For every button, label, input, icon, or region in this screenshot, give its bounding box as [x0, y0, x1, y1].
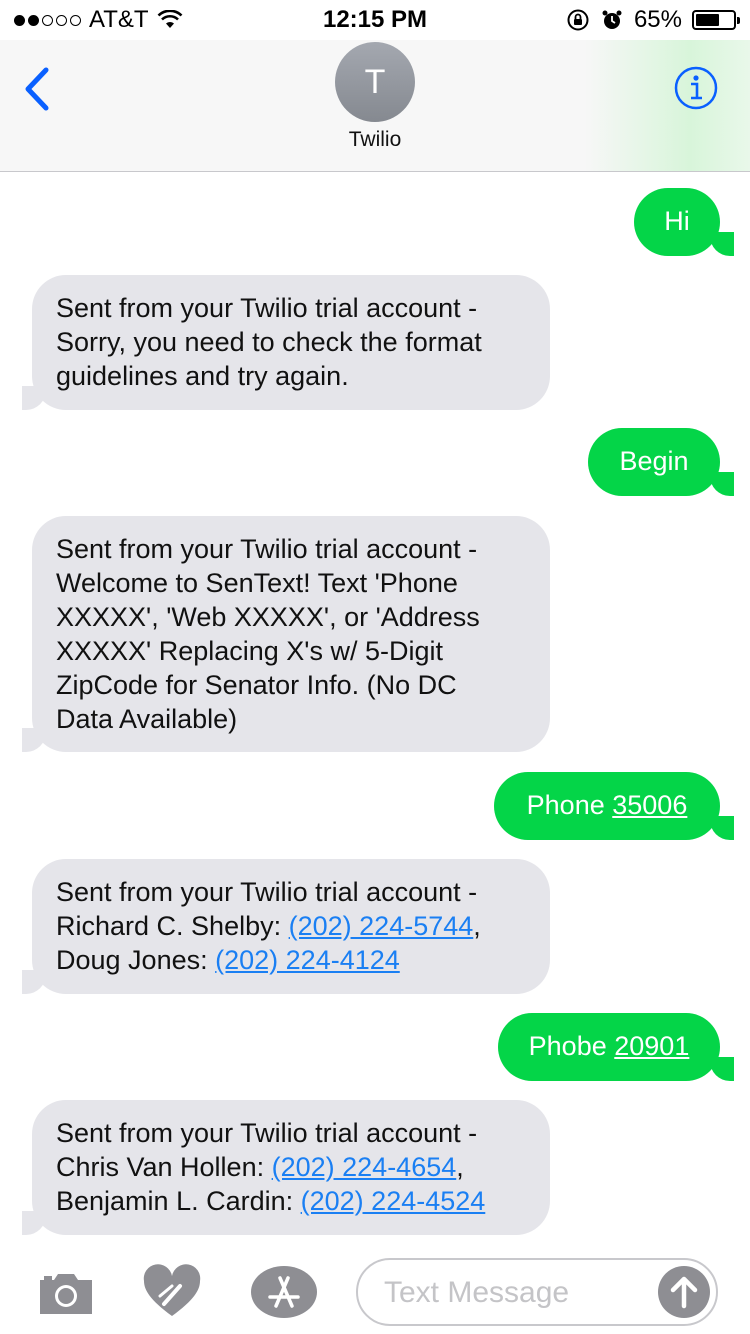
incoming-message[interactable]: Sent from your Twilio trial account - We… [32, 516, 550, 752]
phone-link[interactable]: (202) 224-4654 [272, 1152, 457, 1182]
battery-level [696, 14, 720, 26]
app-store-icon [251, 1266, 317, 1318]
message-line: guidelines and try again. [56, 361, 349, 391]
digital-touch-heart-icon [143, 1264, 201, 1316]
message-placeholder: Text Message [384, 1276, 570, 1309]
info-button[interactable] [674, 66, 718, 110]
message-line: Sent from your Twilio trial account - [56, 877, 478, 907]
bubble-tail [710, 816, 734, 840]
message-line: ZipCode for Senator Info. (No DC [56, 670, 457, 700]
message-text: Begin [619, 446, 689, 476]
message-line: Benjamin L. Cardin: (202) 224-4524 [56, 1184, 526, 1218]
bubble-tail [22, 386, 46, 410]
phone-link[interactable]: (202) 224-4124 [215, 945, 400, 975]
message-line: Welcome to SenText! Text 'Phone [56, 568, 458, 598]
message-line: XXXXX' Replacing X's w/ 5-Digit [56, 636, 443, 666]
senator-name: Richard C. Shelby: [56, 911, 282, 941]
phone-link[interactable]: (202) 224-5744 [289, 911, 474, 941]
outgoing-message[interactable]: Hi [634, 188, 720, 256]
message-line: Sent from your Twilio trial account - [56, 1118, 478, 1148]
senator-name: Chris Van Hollen: [56, 1152, 265, 1182]
message-line: Doug Jones: (202) 224-4124 [56, 943, 526, 977]
back-button[interactable] [18, 64, 58, 114]
info-icon [674, 66, 718, 110]
bubble-tail [710, 472, 734, 496]
incoming-message[interactable]: Sent from your Twilio trial account - So… [32, 275, 550, 410]
zipcode-link[interactable]: 20901 [614, 1031, 689, 1061]
send-button[interactable] [658, 1266, 710, 1318]
bubble-tail [22, 728, 46, 752]
message-line: Chris Van Hollen: (202) 224-4654, [56, 1152, 464, 1182]
battery-icon [692, 10, 740, 30]
incoming-message[interactable]: Sent from your Twilio trial account - Ri… [32, 859, 550, 994]
message-text: Phone [526, 790, 605, 820]
bubble-tail [22, 1211, 46, 1235]
outgoing-message[interactable]: Phone 35006 [494, 772, 720, 840]
status-bar: AT&T 12:15 PM 65% [0, 0, 750, 40]
message-line: Richard C. Shelby: (202) 224-5744, [56, 911, 481, 941]
digital-touch-button[interactable] [142, 1264, 202, 1320]
rotation-lock-icon [567, 9, 589, 31]
chevron-left-icon [25, 67, 49, 111]
camera-icon [40, 1274, 92, 1314]
zipcode-link[interactable]: 35006 [612, 790, 687, 820]
senator-name: Doug Jones: [56, 945, 208, 975]
incoming-message[interactable]: Sent from your Twilio trial account - Ch… [32, 1100, 550, 1235]
message-line: Sent from your Twilio trial account - [56, 293, 478, 323]
message-line: Sorry, you need to check the format [56, 327, 482, 357]
outgoing-message[interactable]: Phobe 20901 [498, 1013, 720, 1081]
senator-name: Benjamin L. Cardin: [56, 1186, 294, 1216]
alarm-icon [602, 10, 622, 29]
arrow-up-icon [670, 1276, 698, 1309]
message-text: Phobe [528, 1031, 607, 1061]
status-right: 65% [566, 6, 740, 34]
message-line: XXXXX', 'Web XXXXX', or 'Address [56, 602, 480, 632]
conversation-header: T Twilio [0, 40, 750, 172]
battery-percent: 65% [633, 6, 682, 33]
message-line: Sent from your Twilio trial account - [56, 534, 478, 564]
contact-name[interactable]: Twilio [0, 128, 750, 152]
message-input-bar: Text Message [0, 1248, 750, 1334]
phone-link[interactable]: (202) 224-4524 [301, 1186, 486, 1216]
app-store-button[interactable] [250, 1264, 318, 1320]
bubble-tail [22, 970, 46, 994]
bubble-tail [710, 232, 734, 256]
message-line: Data Available) [56, 704, 238, 734]
contact-avatar[interactable]: T [335, 42, 415, 122]
message-text: Hi [664, 206, 690, 236]
message-field[interactable]: Text Message [356, 1258, 718, 1326]
outgoing-message[interactable]: Begin [588, 428, 720, 496]
avatar-initial: T [364, 62, 386, 101]
bubble-tail [710, 1057, 734, 1081]
camera-button[interactable] [36, 1264, 96, 1320]
